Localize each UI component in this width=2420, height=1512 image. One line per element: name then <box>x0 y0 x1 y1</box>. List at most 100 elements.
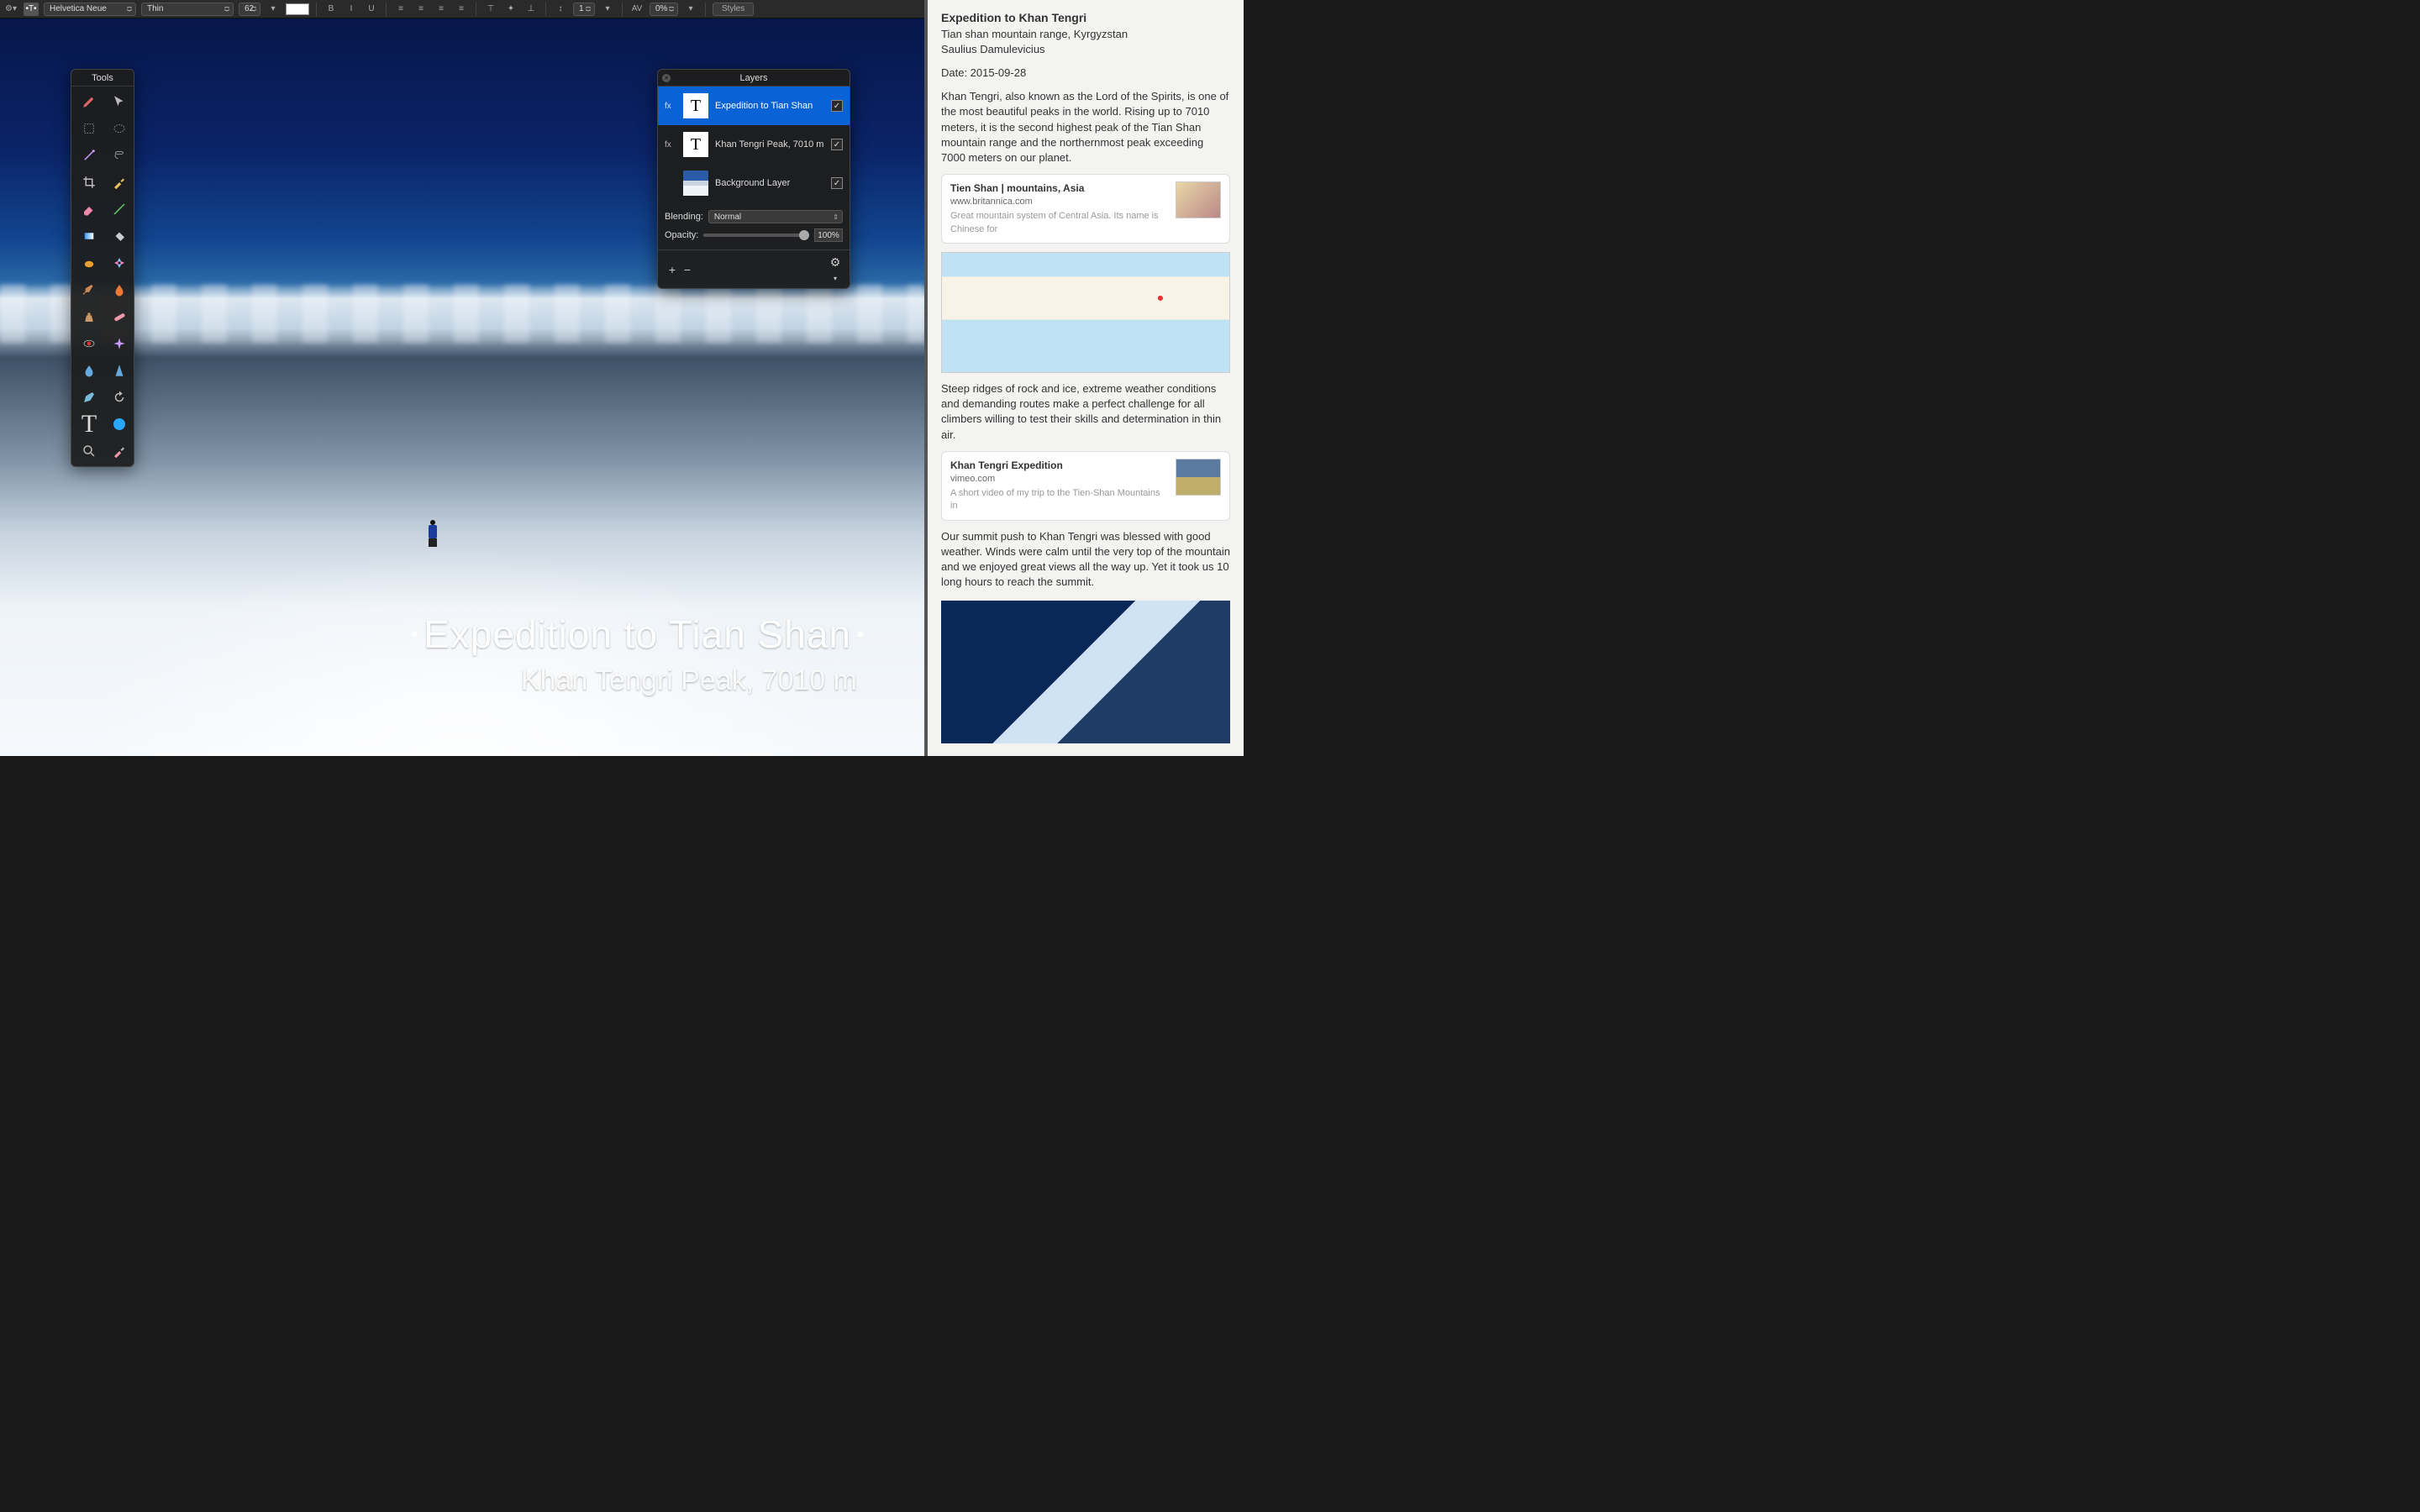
card-thumbnail <box>1176 181 1221 218</box>
climber-figure <box>425 520 440 547</box>
valign-bottom-icon[interactable]: ⊥ <box>523 3 539 16</box>
text-tool-indicator-icon[interactable]: •T• <box>24 3 39 16</box>
note-paragraph: Our summit push to Khan Tengri was bless… <box>941 529 1230 591</box>
lasso-tool[interactable] <box>107 145 132 165</box>
text-color-swatch[interactable] <box>286 3 309 15</box>
link-card[interactable]: Tien Shan | mountains, Asia www.britanni… <box>941 174 1230 244</box>
crop-tool[interactable] <box>76 172 102 192</box>
note-paragraph: Steep ridges of rock and ice, extreme we… <box>941 381 1230 443</box>
kerning-input[interactable]: 0% <box>650 3 678 16</box>
eraser-tool[interactable] <box>76 199 102 219</box>
layer-row[interactable]: fx T Expedition to Tian Shan <box>658 87 850 125</box>
link-card[interactable]: Khan Tengri Expedition vimeo.com A short… <box>941 451 1230 521</box>
layer-options-gear-icon[interactable]: ⚙ <box>828 255 843 283</box>
valign-middle-icon[interactable]: ✦ <box>503 3 518 16</box>
rotate-tool[interactable] <box>107 387 132 407</box>
color-picker-tool[interactable] <box>107 441 132 461</box>
line-height-stepper-icon[interactable]: ▾ <box>600 3 615 16</box>
note-author: Saulius Damulevicius <box>941 42 1230 57</box>
gear-icon[interactable]: ⚙▾ <box>3 3 18 16</box>
sharpen-tool[interactable] <box>107 360 132 381</box>
layer-row[interactable]: fx T Khan Tengri Peak, 7010 m <box>658 125 850 164</box>
bandage-tool[interactable] <box>107 307 132 327</box>
blending-mode-select[interactable]: Normal <box>708 210 843 223</box>
align-justify-icon[interactable]: ≡ <box>454 3 469 16</box>
droplet-tool[interactable] <box>107 280 132 300</box>
smudge-tool[interactable] <box>76 253 102 273</box>
card-site: www.britannica.com <box>950 196 1167 208</box>
canvas-text-layer[interactable]: Expedition to Tian Shan Khan Tengri Peak… <box>418 609 857 697</box>
align-center-icon[interactable]: ≡ <box>413 3 429 16</box>
layer-name[interactable]: Khan Tengri Peak, 7010 m <box>715 139 824 150</box>
note-title: Expedition to Khan Tengri <box>941 10 1230 27</box>
tools-panel-title: Tools <box>71 70 134 87</box>
note-paragraph: Khan Tengri, also known as the Lord of t… <box>941 89 1230 165</box>
editor-pane: ⚙▾ •T• Helvetica Neue Thin 62 ▾ B I U ≡ … <box>0 0 924 756</box>
layers-panel[interactable]: ✕ Layers fx T Expedition to Tian Shan fx… <box>657 69 850 289</box>
styles-button[interactable]: Styles <box>713 3 754 16</box>
bold-button[interactable]: B <box>324 3 339 16</box>
blur-tool[interactable] <box>76 360 102 381</box>
zoom-tool[interactable] <box>76 441 102 461</box>
layer-name[interactable]: Background Layer <box>715 178 824 188</box>
layer-thumbnail[interactable]: T <box>683 132 708 157</box>
font-weight-select[interactable]: Thin <box>141 3 234 16</box>
remove-layer-button[interactable]: − <box>680 263 695 276</box>
layer-visibility-checkbox[interactable] <box>831 100 843 112</box>
eyedropper-tool[interactable] <box>107 172 132 192</box>
opacity-slider[interactable] <box>703 234 809 237</box>
canvas-text-line1[interactable]: Expedition to Tian Shan <box>418 609 857 659</box>
opacity-label: Opacity: <box>665 230 698 240</box>
line-tool[interactable] <box>107 199 132 219</box>
arrow-tool[interactable] <box>107 92 132 112</box>
paintbrush-tool[interactable] <box>76 280 102 300</box>
map-image <box>941 252 1230 373</box>
gradient-tool[interactable] <box>76 226 102 246</box>
pen-tool[interactable] <box>76 387 102 407</box>
shape-tool[interactable] <box>107 414 132 434</box>
layer-visibility-checkbox[interactable] <box>831 177 843 189</box>
layer-row[interactable]: Background Layer <box>658 164 850 202</box>
layer-name[interactable]: Expedition to Tian Shan <box>715 101 824 111</box>
pinwheel-tool[interactable] <box>107 253 132 273</box>
layer-thumbnail[interactable]: T <box>683 93 708 118</box>
note-subtitle: Tian shan mountain range, Kyrgyzstan <box>941 27 1230 42</box>
text-format-toolbar: ⚙▾ •T• Helvetica Neue Thin 62 ▾ B I U ≡ … <box>0 0 924 18</box>
card-site: vimeo.com <box>950 473 1167 486</box>
line-height-input[interactable]: 1 <box>573 3 595 16</box>
ellipse-select-tool[interactable] <box>107 118 132 139</box>
text-tool[interactable]: T <box>76 414 102 434</box>
card-desc: A short video of my trip to the Tien-Sha… <box>950 487 1167 513</box>
layers-panel-title: Layers <box>675 73 833 83</box>
sparkle-tool[interactable] <box>107 333 132 354</box>
clone-stamp-tool[interactable] <box>76 307 102 327</box>
kerning-stepper-icon[interactable]: ▾ <box>683 3 698 16</box>
layer-visibility-checkbox[interactable] <box>831 139 843 150</box>
blending-label: Blending: <box>665 212 703 222</box>
note-photo <box>941 601 1230 743</box>
marquee-tool[interactable] <box>76 118 102 139</box>
paint-bucket-tool[interactable] <box>107 226 132 246</box>
tools-panel[interactable]: Tools T <box>71 69 134 467</box>
layer-fx-badge[interactable]: fx <box>665 140 676 150</box>
italic-button[interactable]: I <box>344 3 359 16</box>
opacity-value[interactable]: 100% <box>814 228 843 242</box>
layer-thumbnail[interactable] <box>683 171 708 196</box>
align-right-icon[interactable]: ≡ <box>434 3 449 16</box>
layer-fx-badge[interactable]: fx <box>665 102 676 111</box>
card-title: Tien Shan | mountains, Asia <box>950 181 1167 196</box>
notes-pane[interactable]: Expedition to Khan Tengri Tian shan moun… <box>924 0 1244 756</box>
font-size-stepper-icon[interactable]: ▾ <box>266 3 281 16</box>
red-eye-tool[interactable] <box>76 333 102 354</box>
close-icon[interactable]: ✕ <box>658 74 675 82</box>
magic-wand-tool[interactable] <box>76 145 102 165</box>
brush-tool[interactable] <box>76 92 102 112</box>
font-family-select[interactable]: Helvetica Neue <box>44 3 136 16</box>
add-layer-button[interactable]: + <box>665 263 680 276</box>
valign-top-icon[interactable]: ⊤ <box>483 3 498 16</box>
underline-button[interactable]: U <box>364 3 379 16</box>
canvas-text-line2[interactable]: Khan Tengri Peak, 7010 m <box>418 664 857 697</box>
font-size-input[interactable]: 62 <box>239 3 260 16</box>
align-left-icon[interactable]: ≡ <box>393 3 408 16</box>
note-date: Date: 2015-09-28 <box>941 66 1230 81</box>
